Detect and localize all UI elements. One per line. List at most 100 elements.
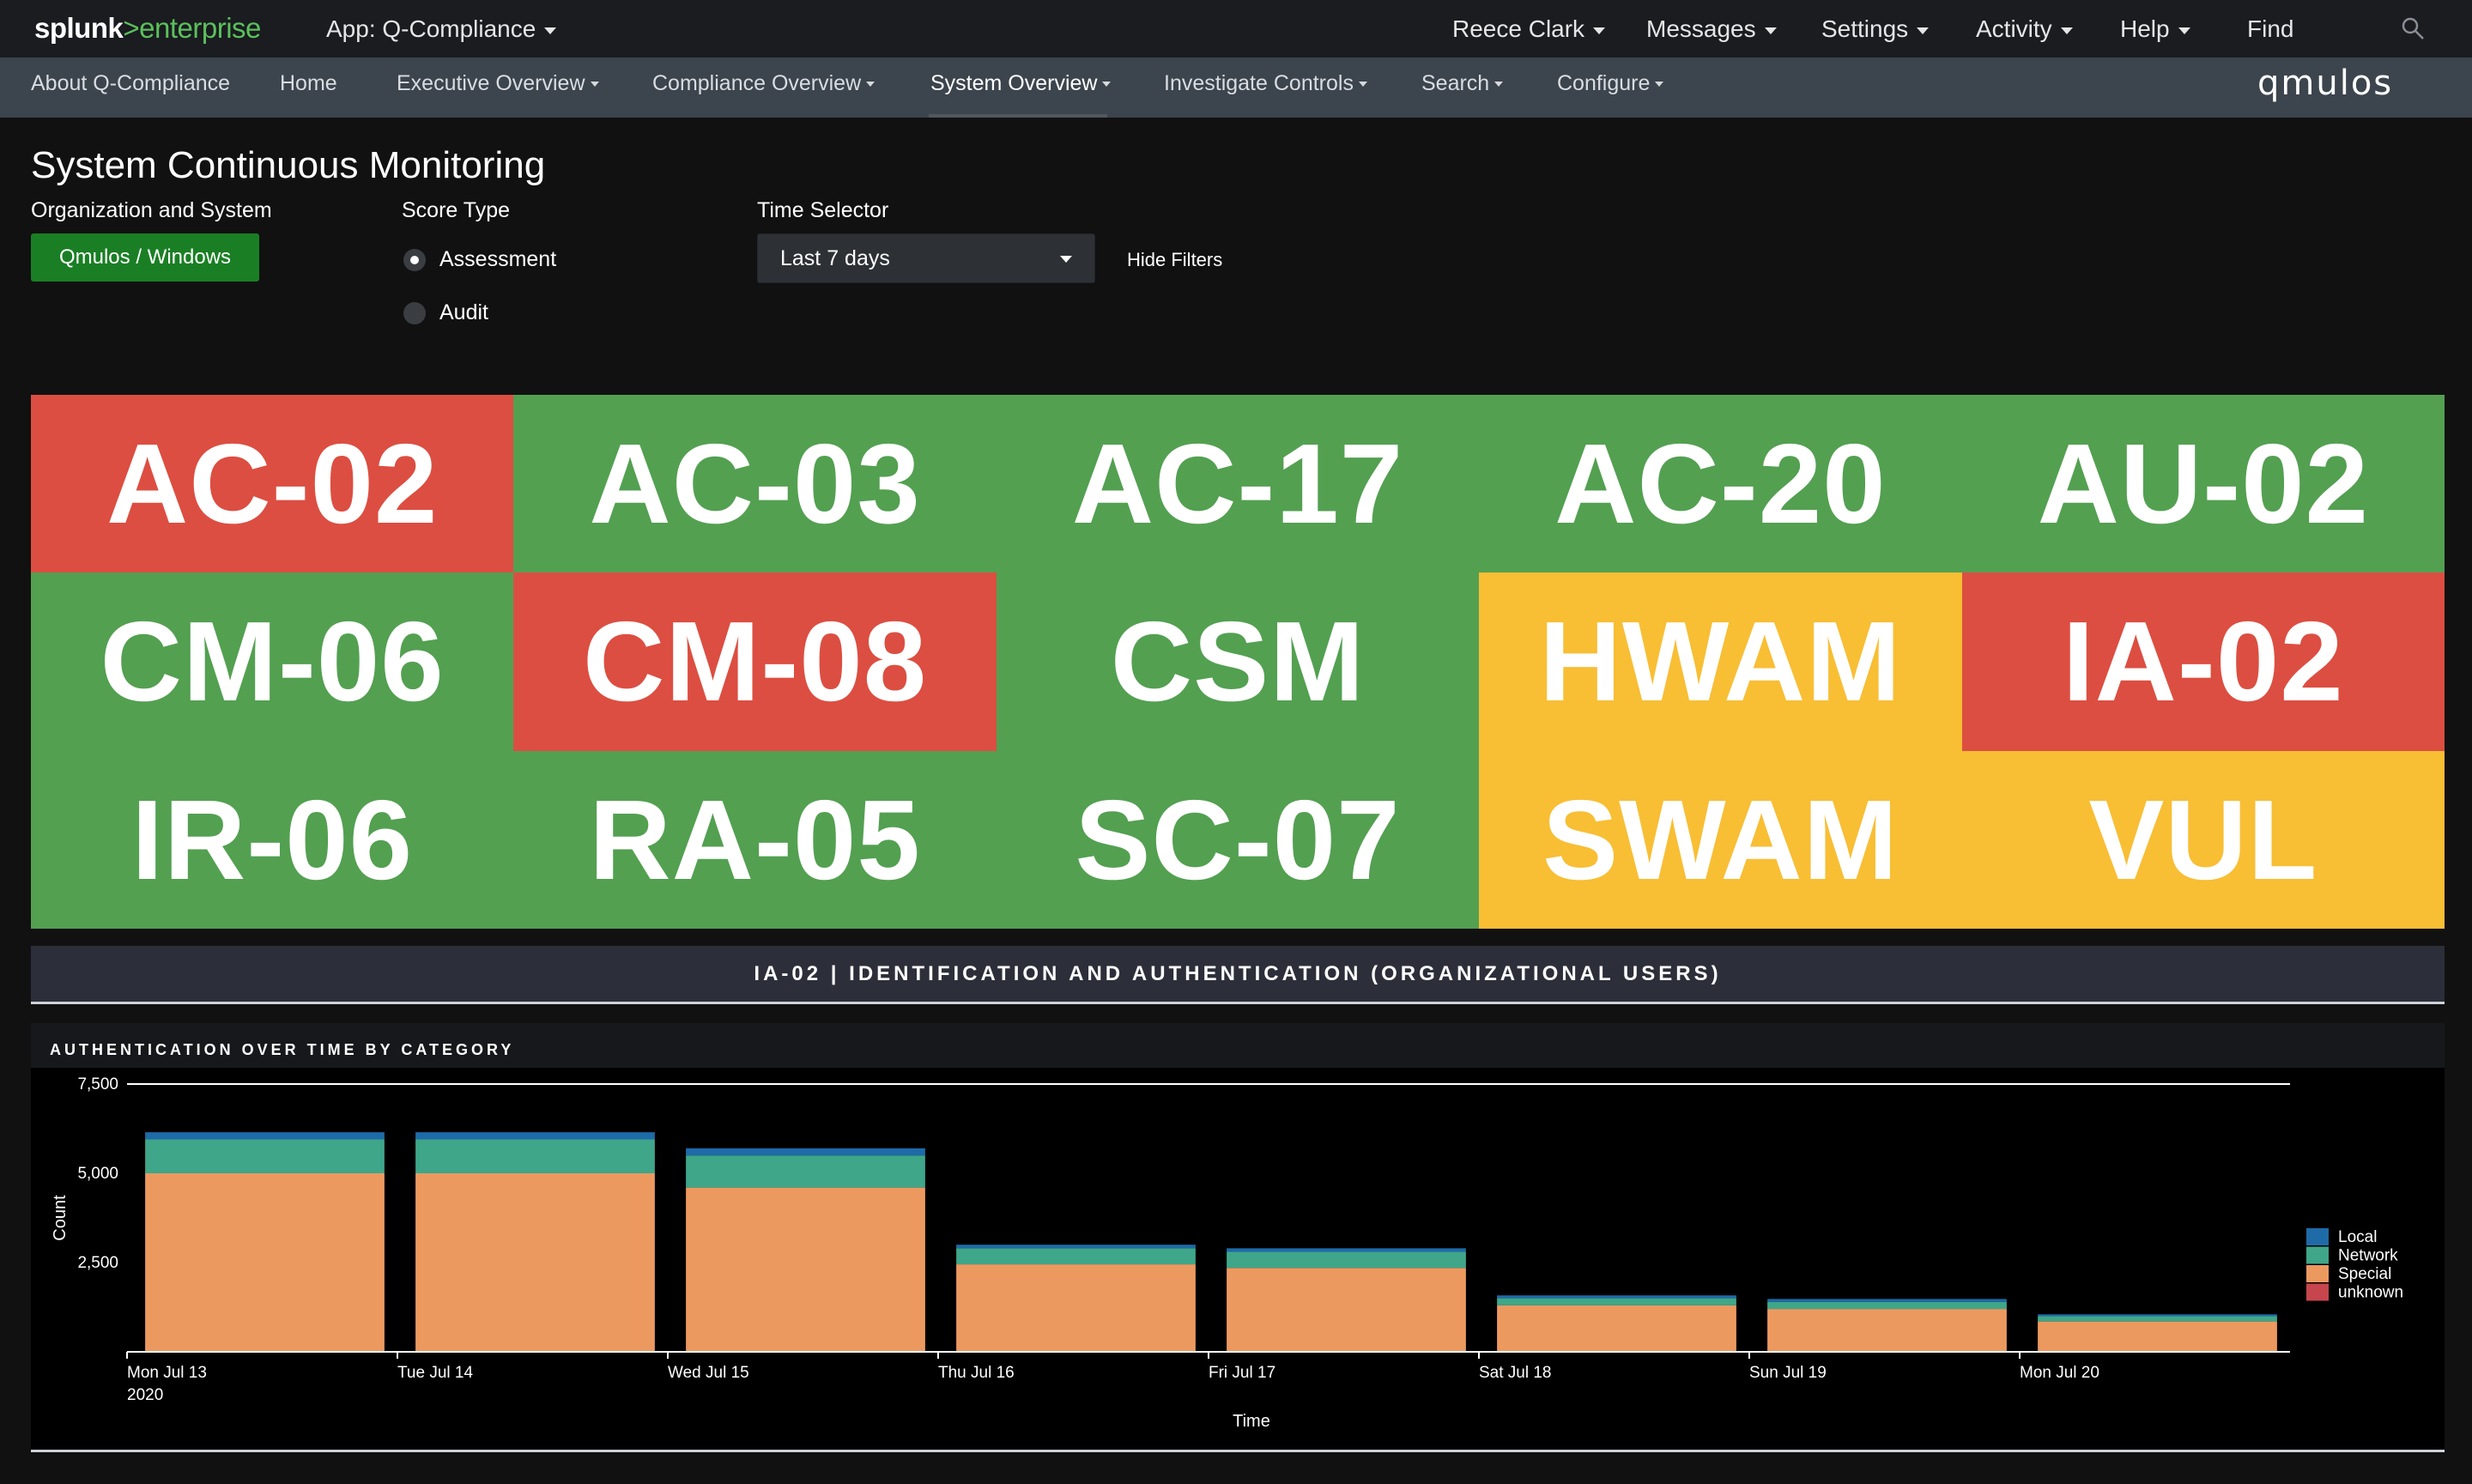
nav-configure[interactable]: Configure bbox=[1557, 71, 1664, 96]
nav-about-label: About Q-Compliance bbox=[31, 71, 231, 95]
score-type-label: Score Type bbox=[402, 198, 511, 222]
nav-compliance-overview-label: Compliance Overview bbox=[652, 71, 862, 95]
control-tile[interactable]: AC-03 bbox=[513, 395, 997, 573]
bar-segment-network bbox=[145, 1139, 385, 1173]
app-menu-label: App: Q-Compliance bbox=[326, 15, 536, 42]
logo-gt-text: > bbox=[123, 12, 140, 44]
control-tile-label: CM-08 bbox=[583, 598, 928, 725]
org-system-button[interactable]: Qmulos / Windows bbox=[31, 233, 259, 282]
bar-segment-special bbox=[1497, 1305, 1736, 1352]
nav-compliance-overview[interactable]: Compliance Overview bbox=[652, 71, 876, 96]
time-selector-dropdown[interactable]: Last 7 days bbox=[757, 233, 1095, 283]
chevron-down-icon bbox=[1494, 82, 1504, 88]
bar-segment-local bbox=[145, 1132, 385, 1140]
app-nav-bar: About Q-Compliance Home Executive Overvi… bbox=[0, 58, 2472, 118]
x-tick-label: Tue Jul 14 bbox=[397, 1364, 473, 1382]
x-tick-label: Thu Jul 16 bbox=[938, 1364, 1015, 1382]
control-tile[interactable]: CSM bbox=[996, 572, 1480, 751]
radio-selected-icon[interactable] bbox=[403, 248, 426, 271]
nav-executive-overview[interactable]: Executive Overview bbox=[397, 71, 599, 96]
bar-segment-local bbox=[686, 1148, 925, 1156]
settings-menu[interactable]: Settings bbox=[1821, 15, 1930, 43]
control-tile[interactable]: CM-06 bbox=[31, 572, 514, 751]
nav-home[interactable]: Home bbox=[280, 71, 337, 96]
legend-label: Local bbox=[2338, 1228, 2377, 1246]
control-tile[interactable]: AC-20 bbox=[1479, 395, 1962, 573]
bar-segment-local bbox=[956, 1245, 1196, 1249]
time-selector-value: Last 7 days bbox=[780, 245, 890, 270]
control-tile[interactable]: RA-05 bbox=[513, 750, 997, 929]
settings-menu-label: Settings bbox=[1821, 15, 1909, 42]
search-icon[interactable] bbox=[2400, 15, 2426, 41]
control-tile[interactable]: SC-07 bbox=[996, 750, 1480, 929]
control-tile-label: IR-06 bbox=[131, 776, 414, 903]
bar-segment-special bbox=[1227, 1268, 1466, 1352]
control-tile[interactable]: SWAM bbox=[1479, 750, 1962, 929]
bar-segment-local bbox=[2038, 1314, 2277, 1317]
dropdown-arrow-icon bbox=[1060, 256, 1072, 263]
x-tick-label: Mon Jul 20 bbox=[2020, 1364, 2099, 1382]
x-tick-label: Sat Jul 18 bbox=[1479, 1364, 1552, 1382]
qmulos-logo-text: qmulos bbox=[2257, 64, 2393, 103]
nav-search[interactable]: Search bbox=[1421, 71, 1504, 96]
control-tile-label: HWAM bbox=[1539, 598, 1902, 725]
nav-executive-overview-label: Executive Overview bbox=[397, 71, 585, 95]
org-filter-label: Organization and System bbox=[31, 198, 272, 222]
top-bar: splunk>enterprise App: Q-Compliance Reec… bbox=[0, 0, 2472, 58]
nav-system-overview-label: System Overview bbox=[930, 71, 1098, 95]
x-tick-label: Wed Jul 15 bbox=[668, 1364, 749, 1382]
control-tile[interactable]: VUL bbox=[1961, 750, 2445, 929]
find-link[interactable]: Find bbox=[2247, 15, 2293, 43]
app-menu[interactable]: App: Q-Compliance bbox=[326, 15, 557, 43]
legend-swatch-local bbox=[2306, 1228, 2329, 1245]
control-tile-label: AC-20 bbox=[1554, 421, 1887, 548]
stacked-bar-chart: 2,500 5,000 7,500 Count Mon Jul 13 Tue Jul 14… bbox=[51, 1075, 2403, 1431]
nav-about[interactable]: About Q-Compliance bbox=[31, 71, 230, 96]
chart-panel-title: AUTHENTICATION OVER TIME BY CATEGORY bbox=[50, 1041, 515, 1058]
chart-panel-header: AUTHENTICATION OVER TIME BY CATEGORY bbox=[31, 1023, 2445, 1068]
help-menu[interactable]: Help bbox=[2120, 15, 2190, 43]
radio-assessment[interactable]: Assessment bbox=[403, 247, 556, 272]
control-tile-label: RA-05 bbox=[589, 776, 921, 903]
radio-unselected-icon[interactable] bbox=[403, 301, 426, 324]
radio-assessment-label: Assessment bbox=[439, 247, 557, 271]
control-tile[interactable]: AC-17 bbox=[996, 395, 1480, 573]
chevron-down-icon bbox=[2060, 27, 2073, 34]
splunk-logo[interactable]: splunk>enterprise bbox=[34, 12, 261, 45]
user-menu[interactable]: Reece Clark bbox=[1452, 15, 1606, 43]
bar-segment-local bbox=[1227, 1248, 1466, 1252]
nav-configure-label: Configure bbox=[1557, 71, 1651, 95]
x-axis-label: Time bbox=[1233, 1412, 1270, 1431]
nav-investigate-controls[interactable]: Investigate Controls bbox=[1164, 71, 1367, 96]
control-banner-title: IA-02 | IDENTIFICATION AND AUTHENTICATIO… bbox=[754, 961, 1722, 985]
bar-segment-network bbox=[956, 1248, 1196, 1265]
nav-search-label: Search bbox=[1421, 71, 1490, 95]
control-tile[interactable]: HWAM bbox=[1479, 572, 1962, 751]
control-tile[interactable]: CM-08 bbox=[513, 572, 997, 751]
activity-menu[interactable]: Activity bbox=[1976, 15, 2073, 43]
legend-label: Network bbox=[2338, 1247, 2398, 1265]
messages-menu[interactable]: Messages bbox=[1646, 15, 1777, 43]
bar-segment-network bbox=[2038, 1316, 2277, 1322]
nav-system-overview[interactable]: System Overview bbox=[930, 71, 1112, 96]
control-tile[interactable]: IA-02 bbox=[1961, 572, 2445, 751]
control-tile-label: AC-03 bbox=[589, 421, 921, 548]
logo-enterprise-text: enterprise bbox=[139, 12, 261, 44]
control-tile[interactable]: AC-02 bbox=[31, 395, 514, 573]
control-banner: IA-02 | IDENTIFICATION AND AUTHENTICATIO… bbox=[31, 946, 2445, 1004]
control-tile-label: CSM bbox=[1110, 598, 1366, 725]
radio-audit[interactable]: Audit bbox=[403, 300, 488, 325]
find-label: Find bbox=[2247, 15, 2294, 42]
x-tick-year-label: 2020 bbox=[127, 1386, 163, 1404]
hide-filters-link[interactable]: Hide Filters bbox=[1127, 249, 1222, 271]
control-tile-label: SC-07 bbox=[1075, 776, 1401, 903]
chevron-down-icon bbox=[1102, 82, 1112, 88]
bar-segment-special bbox=[145, 1173, 385, 1352]
legend-swatch-special bbox=[2306, 1265, 2329, 1282]
qmulos-logo: qmulos bbox=[2257, 64, 2393, 103]
chart-panel: AUTHENTICATION OVER TIME BY CATEGORY 2,5… bbox=[31, 1023, 2445, 1452]
control-tile[interactable]: AU-02 bbox=[1961, 395, 2445, 573]
messages-menu-label: Messages bbox=[1646, 15, 1756, 42]
bar-segment-special bbox=[415, 1173, 655, 1352]
control-tile[interactable]: IR-06 bbox=[31, 750, 514, 929]
